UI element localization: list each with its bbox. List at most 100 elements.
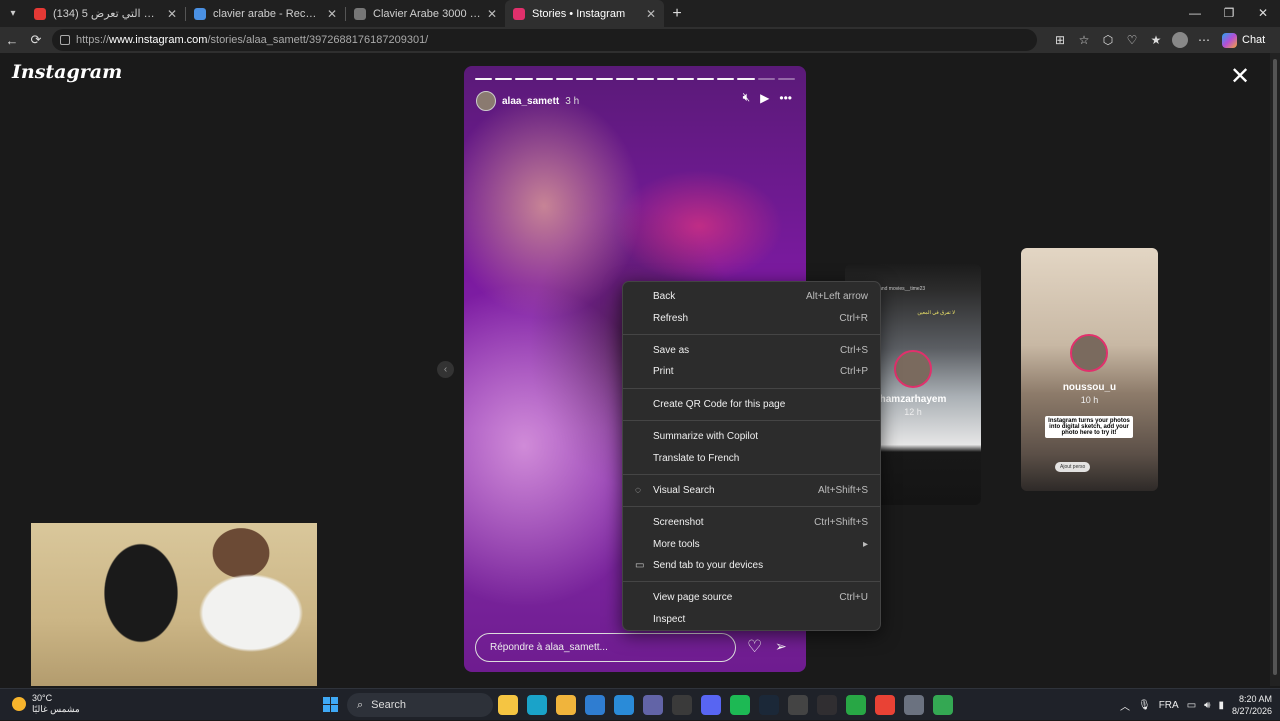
menu-item-translate-to-french[interactable]: Translate to French (623, 447, 880, 468)
app-dark-icon[interactable] (788, 695, 808, 715)
chrome-icon[interactable] (875, 695, 895, 715)
preview-avatar (1070, 334, 1108, 372)
menu-item-inspect[interactable]: Inspect (623, 609, 880, 630)
like-heart-icon[interactable]: ♡ (747, 637, 762, 657)
more-icon[interactable]: ••• (779, 91, 792, 105)
outlook-icon[interactable] (585, 695, 605, 715)
weather-temp: 30°C (32, 693, 53, 703)
scrollbar-thumb[interactable] (1273, 59, 1277, 675)
app-available-icon[interactable]: ⊞ (1048, 33, 1072, 47)
capcut-icon[interactable] (846, 695, 866, 715)
taskbar-apps (498, 695, 953, 715)
language-indicator[interactable]: FRA (1159, 700, 1179, 711)
spotify-icon[interactable] (730, 695, 750, 715)
menu-item-label: Back (653, 291, 676, 303)
close-tab-icon[interactable]: ✕ (167, 7, 177, 21)
menu-item-send-tab-to-your-devices[interactable]: ▭ Send tab to your devices (623, 555, 880, 576)
browser-tab[interactable]: (134) 5 من أخطر الهجمات التي تعرض ✕ (26, 0, 185, 27)
menu-separator (623, 473, 880, 475)
browser-toolbar: ← ⟳ https://www.instagram.com/stories/al… (0, 27, 1280, 53)
obs-icon[interactable] (817, 695, 837, 715)
close-tab-icon[interactable]: ✕ (327, 7, 337, 21)
browser-tab[interactable]: clavier arabe - Recherche ✕ (186, 0, 345, 27)
windows-taskbar: 30°C مشمس غالبًا ⌕ Search ︿ 🎙︎ FRA ▭ 🔊︎ … (0, 688, 1280, 720)
previous-story-arrow[interactable]: ‹ (437, 361, 454, 378)
close-tab-icon[interactable]: ✕ (487, 7, 497, 21)
menu-item-save-as[interactable]: Save as Ctrl+S (623, 340, 880, 361)
favorite-star-icon[interactable]: ☆ (1072, 33, 1096, 47)
send-direct-icon[interactable]: ➢ (775, 638, 787, 655)
story-preview-noussou-u[interactable]: noussou_u 10 h Instagram turns your phot… (1021, 248, 1158, 491)
browser-essentials-icon[interactable]: ♡ (1120, 33, 1144, 47)
copilot-chat-button[interactable]: Chat (1222, 32, 1265, 48)
menu-item-label: View page source (653, 592, 733, 604)
story-username[interactable]: alaa_samett (502, 96, 559, 107)
story-progress-bar (475, 78, 795, 80)
show-hidden-icons[interactable]: ︿ (1120, 698, 1130, 713)
chrome-alt-icon[interactable] (933, 695, 953, 715)
menu-item-screenshot[interactable]: Screenshot Ctrl+Shift+S (623, 512, 880, 533)
browser-tab[interactable]: Clavier Arabe 3000 ™ لكتابة بالعربية ✕ (346, 0, 505, 27)
tab-title: (134) 5 من أخطر الهجمات التي تعرض (53, 8, 161, 20)
close-stories-icon[interactable]: ✕ (1230, 65, 1250, 89)
menu-item-summarize-with-copilot[interactable]: Summarize with Copilot (623, 426, 880, 447)
browser-tab[interactable]: Stories • Instagram ✕ (505, 0, 664, 27)
menu-item-label: Print (653, 366, 674, 378)
progress-segment (616, 78, 634, 80)
volume-icon[interactable]: 🔊︎ (1204, 700, 1210, 711)
progress-segment (575, 78, 594, 80)
progress-segment (515, 78, 533, 80)
tab-actions-menu[interactable]: ▾ (0, 0, 26, 27)
teams-icon[interactable] (643, 695, 663, 715)
close-tab-icon[interactable]: ✕ (646, 7, 656, 21)
menu-item-view-page-source[interactable]: View page source Ctrl+U (623, 587, 880, 608)
edge-icon[interactable] (527, 695, 547, 715)
favorites-icon[interactable]: ★ (1144, 33, 1168, 47)
menu-item-shortcut: Ctrl+Shift+S (814, 517, 868, 529)
menu-item-print[interactable]: Print Ctrl+P (623, 361, 880, 382)
file-explorer-icon[interactable] (498, 695, 518, 715)
settings-icon[interactable] (904, 695, 924, 715)
network-icon[interactable]: ▭ (1187, 700, 1196, 711)
close-window-button[interactable]: ✕ (1246, 0, 1280, 27)
address-bar[interactable]: https://www.instagram.com/stories/alaa_s… (52, 29, 1037, 51)
minimize-button[interactable]: — (1178, 0, 1212, 27)
progress-segment (495, 78, 513, 80)
site-info-icon[interactable] (60, 35, 70, 45)
more-options-icon[interactable]: ⋯ (1192, 33, 1216, 47)
menu-item-shortcut: Ctrl+P (839, 366, 868, 378)
profile-avatar[interactable] (1172, 32, 1188, 48)
window-controls: — ❐ ✕ (1178, 0, 1280, 27)
progress-segment (737, 78, 755, 80)
start-button[interactable] (323, 697, 338, 712)
discord-icon[interactable] (701, 695, 721, 715)
tab-title: Clavier Arabe 3000 ™ لكتابة بالعربية (373, 8, 481, 20)
taskbar-search[interactable]: ⌕ Search (347, 693, 493, 717)
microphone-icon[interactable]: 🎙︎ (1138, 700, 1151, 711)
maximize-button[interactable]: ❐ (1212, 0, 1246, 27)
instagram-logo[interactable]: Instagram (12, 61, 122, 83)
story-avatar[interactable] (476, 91, 496, 111)
back-icon[interactable]: ← (0, 33, 24, 48)
tab-title: Stories • Instagram (532, 7, 626, 20)
play-icon[interactable]: ▶ (760, 91, 769, 105)
menu-item-more-tools[interactable]: More tools ▸ (623, 534, 880, 555)
extensions-icon[interactable]: ⬡ (1096, 33, 1120, 47)
menu-item-back[interactable]: Back Alt+Left arrow (623, 286, 880, 307)
page-scrollbar[interactable] (1270, 53, 1280, 686)
mute-icon[interactable]: 🔇︎ (743, 90, 751, 105)
weather-widget[interactable]: 30°C مشمس غالبًا (12, 693, 80, 715)
weather-desc: مشمس غالبًا (32, 704, 80, 714)
refresh-icon[interactable]: ⟳ (24, 32, 48, 48)
menu-item-refresh[interactable]: Refresh Ctrl+R (623, 307, 880, 328)
steam-icon[interactable] (759, 695, 779, 715)
menu-item-create-qr-code-for-this-page[interactable]: Create QR Code for this page (623, 394, 880, 415)
battery-icon[interactable]: ▮ (1218, 700, 1224, 711)
menu-item-visual-search[interactable]: ◌ Visual Search Alt+Shift+S (623, 480, 880, 501)
new-tab-button[interactable]: + (664, 5, 690, 23)
terminal-icon[interactable] (672, 695, 692, 715)
folder-icon[interactable] (556, 695, 576, 715)
clock[interactable]: 8:20 AM 8/27/2026 (1232, 693, 1272, 717)
store-icon[interactable] (614, 695, 634, 715)
story-reply-input[interactable]: Répondre à alaa_samett... (475, 633, 736, 662)
